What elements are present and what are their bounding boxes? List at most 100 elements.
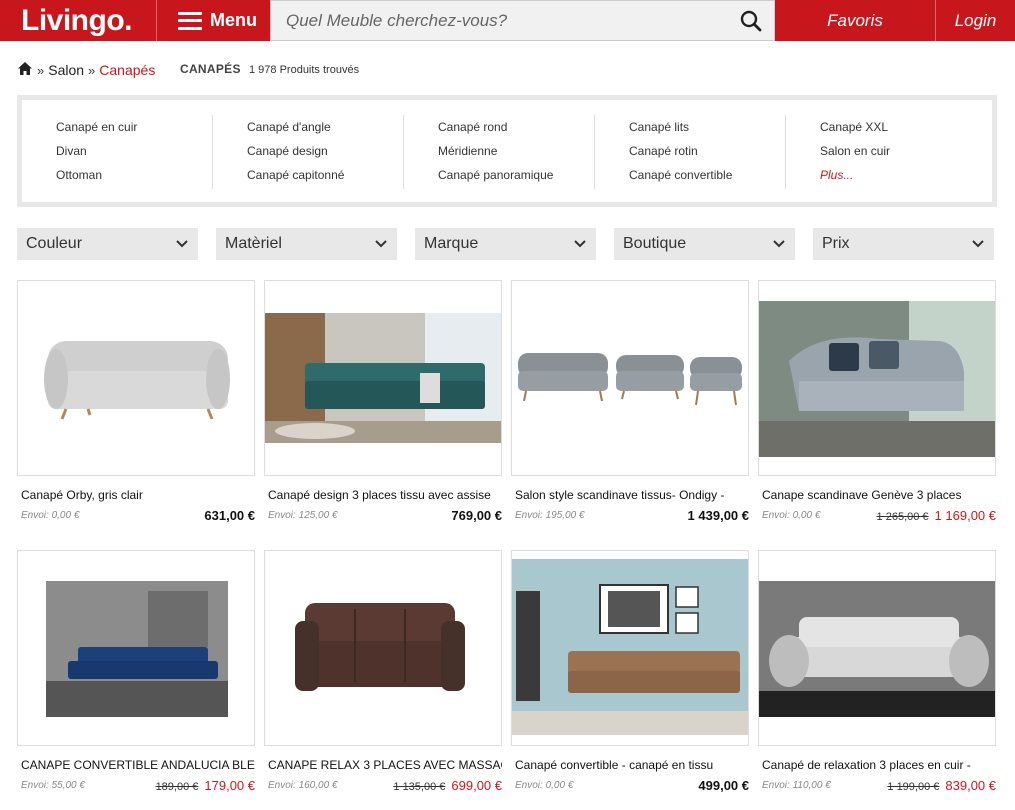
product-card[interactable]: Canapé design 3 places tissu avec assise… xyxy=(264,280,502,523)
product-image[interactable] xyxy=(264,280,502,476)
product-price: 769,00 € xyxy=(451,507,502,523)
chevron-down-icon xyxy=(574,240,586,248)
menu-button[interactable]: Menu xyxy=(156,0,270,41)
product-price: 179,00 € xyxy=(204,777,255,793)
product-price: 839,00 € xyxy=(945,777,996,793)
subcategory-link[interactable]: Divan xyxy=(56,139,212,163)
product-card[interactable]: CANAPE CONVERTIBLE ANDALUCIA BLEU Envoi:… xyxy=(17,550,255,793)
breadcrumb: » Salon » Canapés xyxy=(17,60,155,80)
top-header: Livingo. Menu Favoris Login xyxy=(0,0,1015,41)
product-title[interactable]: Canapé design 3 places tissu avec assise xyxy=(264,488,502,503)
menu-label: Menu xyxy=(210,10,257,30)
subcategory-column: Canapé XXL Salon en cuir Plus... xyxy=(786,115,977,189)
subcategory-link[interactable]: Canapé XXL xyxy=(820,115,977,139)
subcategory-panel: Canapé en cuir Divan Ottoman Canapé d'an… xyxy=(17,95,997,207)
product-image[interactable] xyxy=(264,550,502,746)
subcategory-link[interactable]: Ottoman xyxy=(56,163,212,187)
product-old-price: 1 265,00 € xyxy=(876,510,929,523)
chevron-down-icon xyxy=(375,240,387,248)
subcategory-column: Canapé lits Canapé rotin Canapé converti… xyxy=(595,115,786,189)
product-shipping: Envoi: 0,00 € xyxy=(21,509,80,521)
filter-couleur[interactable]: Couleur xyxy=(17,228,198,260)
subcategory-link[interactable]: Canapé capitonné xyxy=(247,163,403,187)
subcategory-column: Canapé rond Méridienne Canapé panoramiqu… xyxy=(404,115,595,189)
subcategory-link[interactable]: Méridienne xyxy=(438,139,594,163)
product-shipping: Envoi: 55,00 € xyxy=(21,779,85,791)
product-title[interactable]: Salon style scandinave tissus- Ondigy - xyxy=(511,488,749,503)
product-shipping: Envoi: 0,00 € xyxy=(515,779,574,791)
subcategory-link[interactable]: Canapé design xyxy=(247,139,403,163)
site-logo[interactable]: Livingo. xyxy=(0,0,156,41)
product-title[interactable]: Canapé de relaxation 3 places en cuir - xyxy=(758,758,996,773)
product-card[interactable]: Salon style scandinave tissus- Ondigy - … xyxy=(511,280,749,523)
subcategory-link[interactable]: Canapé panoramique xyxy=(438,163,594,187)
product-image[interactable]: PRODUIT INTÉRIEUR xyxy=(758,280,996,476)
search-bar xyxy=(270,0,775,41)
filter-boutique[interactable]: Boutique xyxy=(614,228,795,260)
product-image[interactable] xyxy=(511,550,749,746)
product-card[interactable]: Canapé Orby, gris clair Envoi: 0,00 € 63… xyxy=(17,280,255,523)
product-card[interactable]: CANAPE RELAX 3 PLACES AVEC MASSAGE Envoi… xyxy=(264,550,502,793)
subcategory-link[interactable]: Canapé d'angle xyxy=(247,115,403,139)
product-shipping: Envoi: 160,00 € xyxy=(268,779,338,791)
product-shipping: Envoi: 195,00 € xyxy=(515,509,585,521)
filter-label: Couleur xyxy=(26,235,83,252)
filter-marque[interactable]: Marque xyxy=(415,228,596,260)
product-image[interactable] xyxy=(17,550,255,746)
result-count: 1 978 Produits trouvés xyxy=(249,64,360,76)
breadcrumb-separator: » xyxy=(88,62,96,78)
product-card[interactable]: Canapé convertible - canapé en tissu Env… xyxy=(511,550,749,793)
filter-materiel[interactable]: Matèriel xyxy=(216,228,397,260)
more-subcategories-link[interactable]: Plus... xyxy=(820,163,977,187)
product-shipping: Envoi: 0,00 € xyxy=(762,509,821,521)
product-old-price: 1 199,00 € xyxy=(887,780,940,793)
search-icon[interactable] xyxy=(728,1,774,40)
subcategory-link[interactable]: Canapé rond xyxy=(438,115,594,139)
favorites-link[interactable]: Favoris xyxy=(775,0,935,41)
product-old-price: 1 135,00 € xyxy=(393,780,446,793)
subcategory-link[interactable]: Canapé lits xyxy=(629,115,785,139)
subcategory-link[interactable]: Canapé rotin xyxy=(629,139,785,163)
chevron-down-icon xyxy=(972,240,984,248)
product-price: 499,00 € xyxy=(698,777,749,793)
subcategory-column: Canapé d'angle Canapé design Canapé capi… xyxy=(213,115,404,189)
product-shipping: Envoi: 110,00 € xyxy=(762,779,831,791)
login-link[interactable]: Login xyxy=(935,0,1015,41)
hamburger-icon xyxy=(178,11,202,30)
subcategory-column: Canapé en cuir Divan Ottoman xyxy=(22,115,213,189)
filter-bar: Couleur Matèriel Marque Boutique Prix xyxy=(17,228,997,260)
product-image[interactable] xyxy=(758,550,996,746)
subcategory-link[interactable]: Canapé convertible xyxy=(629,163,785,187)
chevron-down-icon xyxy=(176,240,188,248)
filter-label: Boutique xyxy=(623,235,687,252)
product-card[interactable]: PRODUIT INTÉRIEUR Canape scandinave Genè… xyxy=(758,280,996,523)
filter-label: Matèriel xyxy=(225,235,282,252)
breadcrumb-canapes[interactable]: Canapés xyxy=(99,62,155,78)
home-icon[interactable] xyxy=(17,61,33,79)
product-price: 1 169,00 € xyxy=(934,507,996,523)
product-shipping: Envoi: 125,00 € xyxy=(268,509,338,521)
product-price: 631,00 € xyxy=(204,507,255,523)
subcategory-link[interactable]: Salon en cuir xyxy=(820,139,977,163)
filter-label: Marque xyxy=(424,235,479,252)
product-price: 699,00 € xyxy=(451,777,502,793)
product-image[interactable] xyxy=(511,280,749,476)
product-old-price: 189,00 € xyxy=(155,780,199,793)
product-badge: PRODUIT INTÉRIEUR xyxy=(917,285,989,292)
chevron-down-icon xyxy=(773,240,785,248)
product-card[interactable]: Canapé de relaxation 3 places en cuir - … xyxy=(758,550,996,793)
product-price: 1 439,00 € xyxy=(687,507,749,523)
filter-label: Prix xyxy=(822,235,850,252)
product-title[interactable]: CANAPE CONVERTIBLE ANDALUCIA BLEU xyxy=(17,758,255,773)
breadcrumb-separator: » xyxy=(37,62,45,78)
product-title[interactable]: Canape scandinave Genève 3 places xyxy=(758,488,996,503)
search-input[interactable] xyxy=(271,1,728,40)
product-title[interactable]: CANAPE RELAX 3 PLACES AVEC MASSAGE xyxy=(264,758,502,773)
product-title[interactable]: Canapé convertible - canapé en tissu xyxy=(511,758,749,773)
product-title[interactable]: Canapé Orby, gris clair xyxy=(17,488,255,503)
category-heading: CANAPÉS xyxy=(180,62,241,76)
filter-prix[interactable]: Prix xyxy=(813,228,994,260)
breadcrumb-salon[interactable]: Salon xyxy=(48,62,84,78)
subcategory-link[interactable]: Canapé en cuir xyxy=(56,115,212,139)
product-image[interactable] xyxy=(17,280,255,476)
